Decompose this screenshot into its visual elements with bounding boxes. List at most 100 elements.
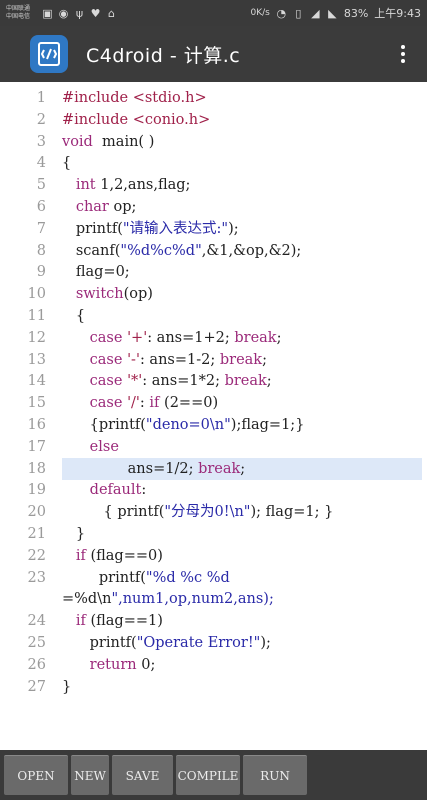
line-number: 19: [27, 482, 46, 499]
line-number: 5: [36, 177, 46, 194]
open-button[interactable]: OPEN: [4, 755, 68, 795]
line-number: 14: [27, 373, 46, 390]
line-code: switch(op): [75, 286, 153, 303]
code-line[interactable]: 2 #include <conio.h>: [0, 109, 427, 131]
code-line[interactable]: 16 {printf("deno=0\n");flag=1;}: [0, 414, 427, 436]
carrier-info: 中国联通 中国电信: [6, 5, 36, 21]
line-code: printf("请输入表达式:");: [62, 220, 239, 237]
line-number: 4: [36, 155, 46, 172]
code-line[interactable]: 20 { printf("分母为0!\n"); flag=1; }: [0, 501, 427, 523]
line-number: 22: [27, 547, 46, 564]
code-line[interactable]: 8 scanf("%d%c%d",&1,&op,&2);: [0, 240, 427, 262]
code-line[interactable]: 9 flag=0;: [0, 261, 427, 283]
save-button[interactable]: SAVE: [112, 755, 173, 795]
code-line[interactable]: 24 if (flag==1): [0, 610, 427, 632]
code-line[interactable]: 26 return 0;: [0, 654, 427, 676]
line-number: 3: [36, 133, 46, 150]
app-icon: ◉: [58, 6, 69, 20]
line-code: }: [62, 678, 72, 695]
line-code: { printf("分母为0!\n"); flag=1; }: [62, 504, 334, 521]
code-line[interactable]: 25 printf("Operate Error!");: [0, 632, 427, 654]
code-line[interactable]: 1 #include <stdio.h>: [0, 87, 427, 109]
line-number: 26: [27, 656, 46, 673]
carrier-1: 中国联通: [6, 5, 31, 12]
compile-button[interactable]: COMPILE: [176, 755, 240, 795]
code-line[interactable]: 18 ans=1/2; break;: [28, 457, 422, 480]
app-title: C4droid - 计算.c: [86, 44, 241, 67]
line-code: if (flag==1): [75, 613, 163, 630]
code-line[interactable]: 17 else: [0, 436, 427, 458]
line-code: case '+': ans=1+2; break;: [89, 329, 282, 346]
line-code: printf("%d %c %d: [62, 569, 230, 586]
clock: 上午9:43: [374, 7, 421, 20]
heart-icon: ♥: [90, 6, 101, 20]
code-line[interactable]: 12 case '+': ans=1+2; break;: [0, 327, 427, 349]
line-number: 21: [27, 526, 46, 542]
line-code: int 1,2,ans,flag;: [75, 177, 191, 194]
code-line[interactable]: 22 if (flag==0): [0, 545, 427, 567]
line-code: {: [62, 308, 86, 324]
line-code: ans=1/2; break;: [100, 460, 246, 477]
line-number: 18: [27, 460, 46, 477]
code-editor[interactable]: 1 #include <stdio.h> 2 #include <conio.h> 3 v…: [0, 82, 427, 750]
run-button[interactable]: RUN: [243, 755, 307, 795]
battery-percent: 83%: [343, 6, 369, 20]
line-code: flag=0;: [62, 264, 130, 281]
line-code: case '-': ans=1-2; break;: [89, 351, 267, 368]
code-line[interactable]: 10 switch(op): [0, 283, 427, 305]
line-code: case '/': if (2==0): [89, 395, 219, 412]
line-code: char op;: [75, 199, 137, 215]
image-icon: ▣: [42, 6, 53, 20]
line-number: 25: [27, 635, 46, 651]
notification-icon: ⌂: [108, 6, 115, 20]
line-number: 10: [27, 286, 46, 303]
overflow-menu-icon[interactable]: [391, 42, 415, 66]
line-number: 7: [36, 220, 46, 237]
net-speed: 0K/s: [250, 8, 270, 18]
line-code: printf("Operate Error!");: [62, 635, 271, 651]
code-line[interactable]: 15 case '/': if (2==0): [0, 392, 427, 414]
line-number: 8: [36, 242, 46, 259]
code-line[interactable]: 27}: [0, 676, 427, 698]
code-line[interactable]: 14 case '*': ans=1*2; break;: [0, 370, 427, 392]
code-line[interactable]: 13 case '-': ans=1-2; break;: [0, 349, 427, 371]
line-code: void main( ): [62, 133, 155, 150]
line-code: }: [62, 526, 86, 542]
signal-icon: ◢: [311, 6, 320, 20]
line-code: if (flag==0): [75, 547, 163, 564]
code-line[interactable]: 5 int 1,2,ans,flag;: [0, 174, 427, 196]
usb-icon: ψ: [75, 6, 84, 20]
line-code: #include <stdio.h>: [62, 90, 207, 106]
wifi-icon: ◣: [328, 6, 337, 20]
app-bar: C4droid - 计算.c: [0, 26, 427, 82]
line-number: 2: [36, 111, 46, 128]
line-number: 16: [27, 417, 46, 433]
line-number: 20: [27, 504, 46, 521]
code-line[interactable]: 6 char op;: [0, 196, 427, 218]
line-number: 1: [36, 90, 46, 106]
line-code: default:: [89, 482, 147, 499]
code-line[interactable]: 21 }: [0, 523, 427, 545]
code-line[interactable]: 4{: [0, 152, 427, 174]
code-line[interactable]: 19 default:: [0, 479, 427, 501]
line-code: {printf("deno=0\n");flag=1;}: [62, 417, 305, 433]
line-number: 9: [36, 264, 46, 281]
code-line[interactable]: 11 {: [0, 305, 427, 327]
line-number: 23: [27, 569, 46, 586]
line-code: =%d\n",num1,op,num2,ans);: [62, 591, 274, 608]
code-line[interactable]: 23 printf("%d %c %d: [0, 567, 427, 589]
line-number: 15: [27, 395, 46, 412]
line-code: case '*': ans=1*2; break;: [89, 373, 272, 390]
line-code: #include <conio.h>: [62, 111, 211, 128]
line-code: scanf("%d%c%d",&1,&op,&2);: [62, 242, 302, 259]
code-line[interactable]: =%d\n",num1,op,num2,ans);: [0, 588, 427, 610]
line-number: 6: [36, 199, 46, 215]
new-button[interactable]: NEW: [71, 755, 109, 795]
code-line[interactable]: 7 printf("请输入表达式:");: [0, 218, 427, 240]
code-line[interactable]: 3 void main( ): [0, 131, 427, 153]
line-number: 13: [27, 351, 46, 368]
line-number: 17: [27, 438, 46, 455]
bottom-toolbar: OPEN NEW SAVE COMPILE RUN: [0, 750, 427, 800]
line-code: else: [89, 438, 119, 455]
status-bar: 中国联通 中国电信 ▣ ◉ ψ ♥ ⌂ 0K/s ◔ ▯ ◢ ◣ 83% 上午9…: [0, 0, 427, 26]
